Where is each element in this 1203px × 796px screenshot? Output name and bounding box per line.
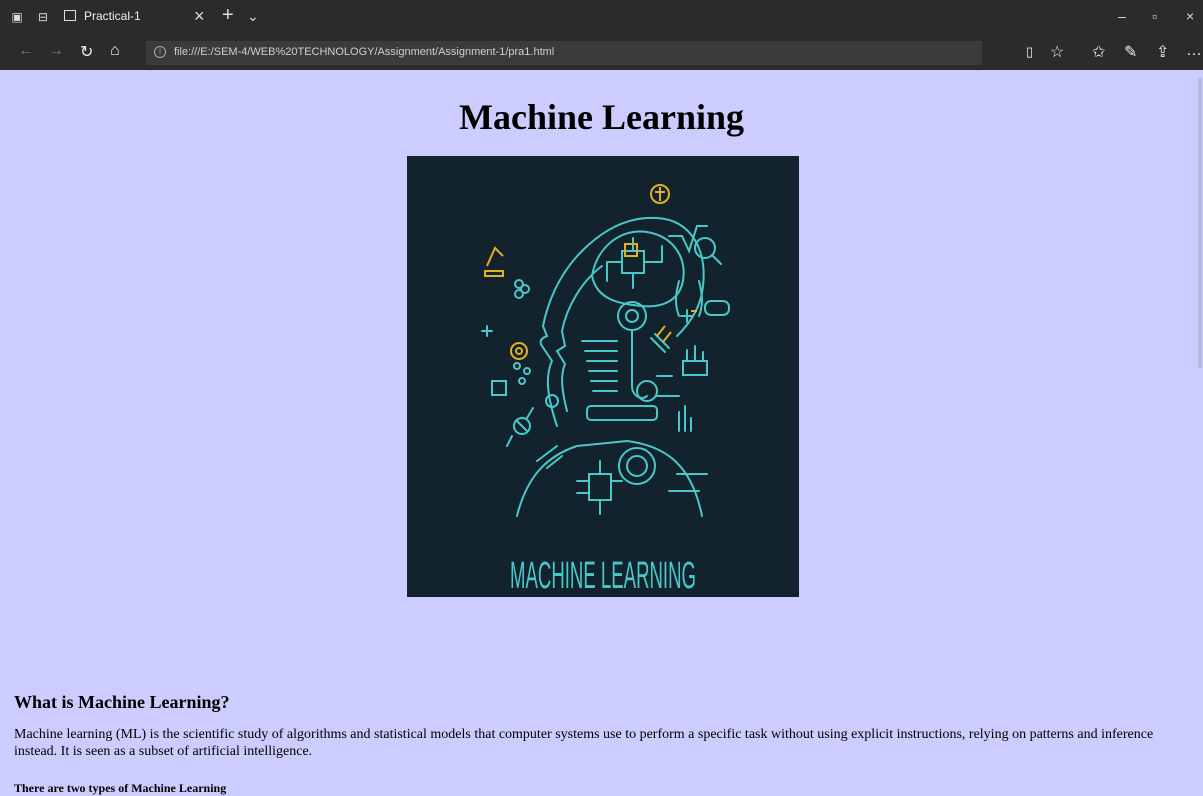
machine-learning-illustration: MACHINE LEARNING	[407, 156, 799, 597]
pen-icon[interactable]: ✎	[1124, 42, 1137, 62]
paragraph-text: Machine learning (ML) is the scientific …	[14, 727, 1154, 759]
minimize-icon[interactable]: –	[1118, 8, 1126, 24]
favorites-list-icon[interactable]: ✩	[1092, 42, 1105, 62]
close-window-icon[interactable]: ×	[1186, 8, 1194, 24]
browser-tab-bar: ▣ ⊟ Practical-1 × + ⌄ – ▫ ×	[0, 0, 1203, 36]
chevron-down-icon[interactable]: ⌄	[247, 8, 259, 25]
home-icon[interactable]: ⌂	[110, 42, 120, 60]
restore-icon[interactable]: ▫	[1152, 8, 1157, 24]
address-bar[interactable]: i file:///E:/SEM-4/WEB%20TECHNOLOGY/Assi…	[146, 41, 982, 65]
info-icon[interactable]: i	[154, 46, 166, 58]
back-icon[interactable]: ←	[18, 42, 34, 60]
page-title: Machine Learning	[459, 97, 744, 137]
navigation-bar: ← → ↻ ⌂ i file:///E:/SEM-4/WEB%20TECHNOL…	[0, 36, 1203, 70]
reading-view-icon[interactable]: ▯	[1026, 44, 1033, 60]
close-tab-icon[interactable]: ×	[194, 6, 205, 27]
tab-practical-1[interactable]: Practical-1 ×	[62, 0, 240, 36]
illustration-caption: MACHINE LEARNING	[510, 555, 696, 597]
new-tab-icon[interactable]: +	[222, 4, 234, 27]
refresh-icon[interactable]: ↻	[80, 42, 93, 62]
page-icon	[64, 10, 76, 21]
types-text: There are two types of Machine Learning	[14, 781, 227, 795]
page-content: Machine Learning MACHINE LEARNING What i…	[0, 70, 1197, 795]
tab-preview-icon[interactable]: ⊟	[36, 10, 50, 24]
section-title: What is Machine Learning?	[14, 692, 230, 712]
share-icon[interactable]: ⇪	[1156, 42, 1169, 62]
address-url[interactable]: file:///E:/SEM-4/WEB%20TECHNOLOGY/Assign…	[174, 46, 554, 58]
more-options-icon[interactable]: …	[1186, 42, 1202, 60]
set-aside-tabs-icon[interactable]: ▣	[10, 10, 24, 24]
tab-title: Practical-1	[84, 9, 141, 23]
page-scrollbar[interactable]	[1197, 70, 1203, 727]
forward-icon[interactable]: →	[48, 42, 64, 60]
scrollbar-thumb[interactable]	[1198, 78, 1202, 368]
favorite-star-icon[interactable]: ☆	[1050, 42, 1064, 62]
